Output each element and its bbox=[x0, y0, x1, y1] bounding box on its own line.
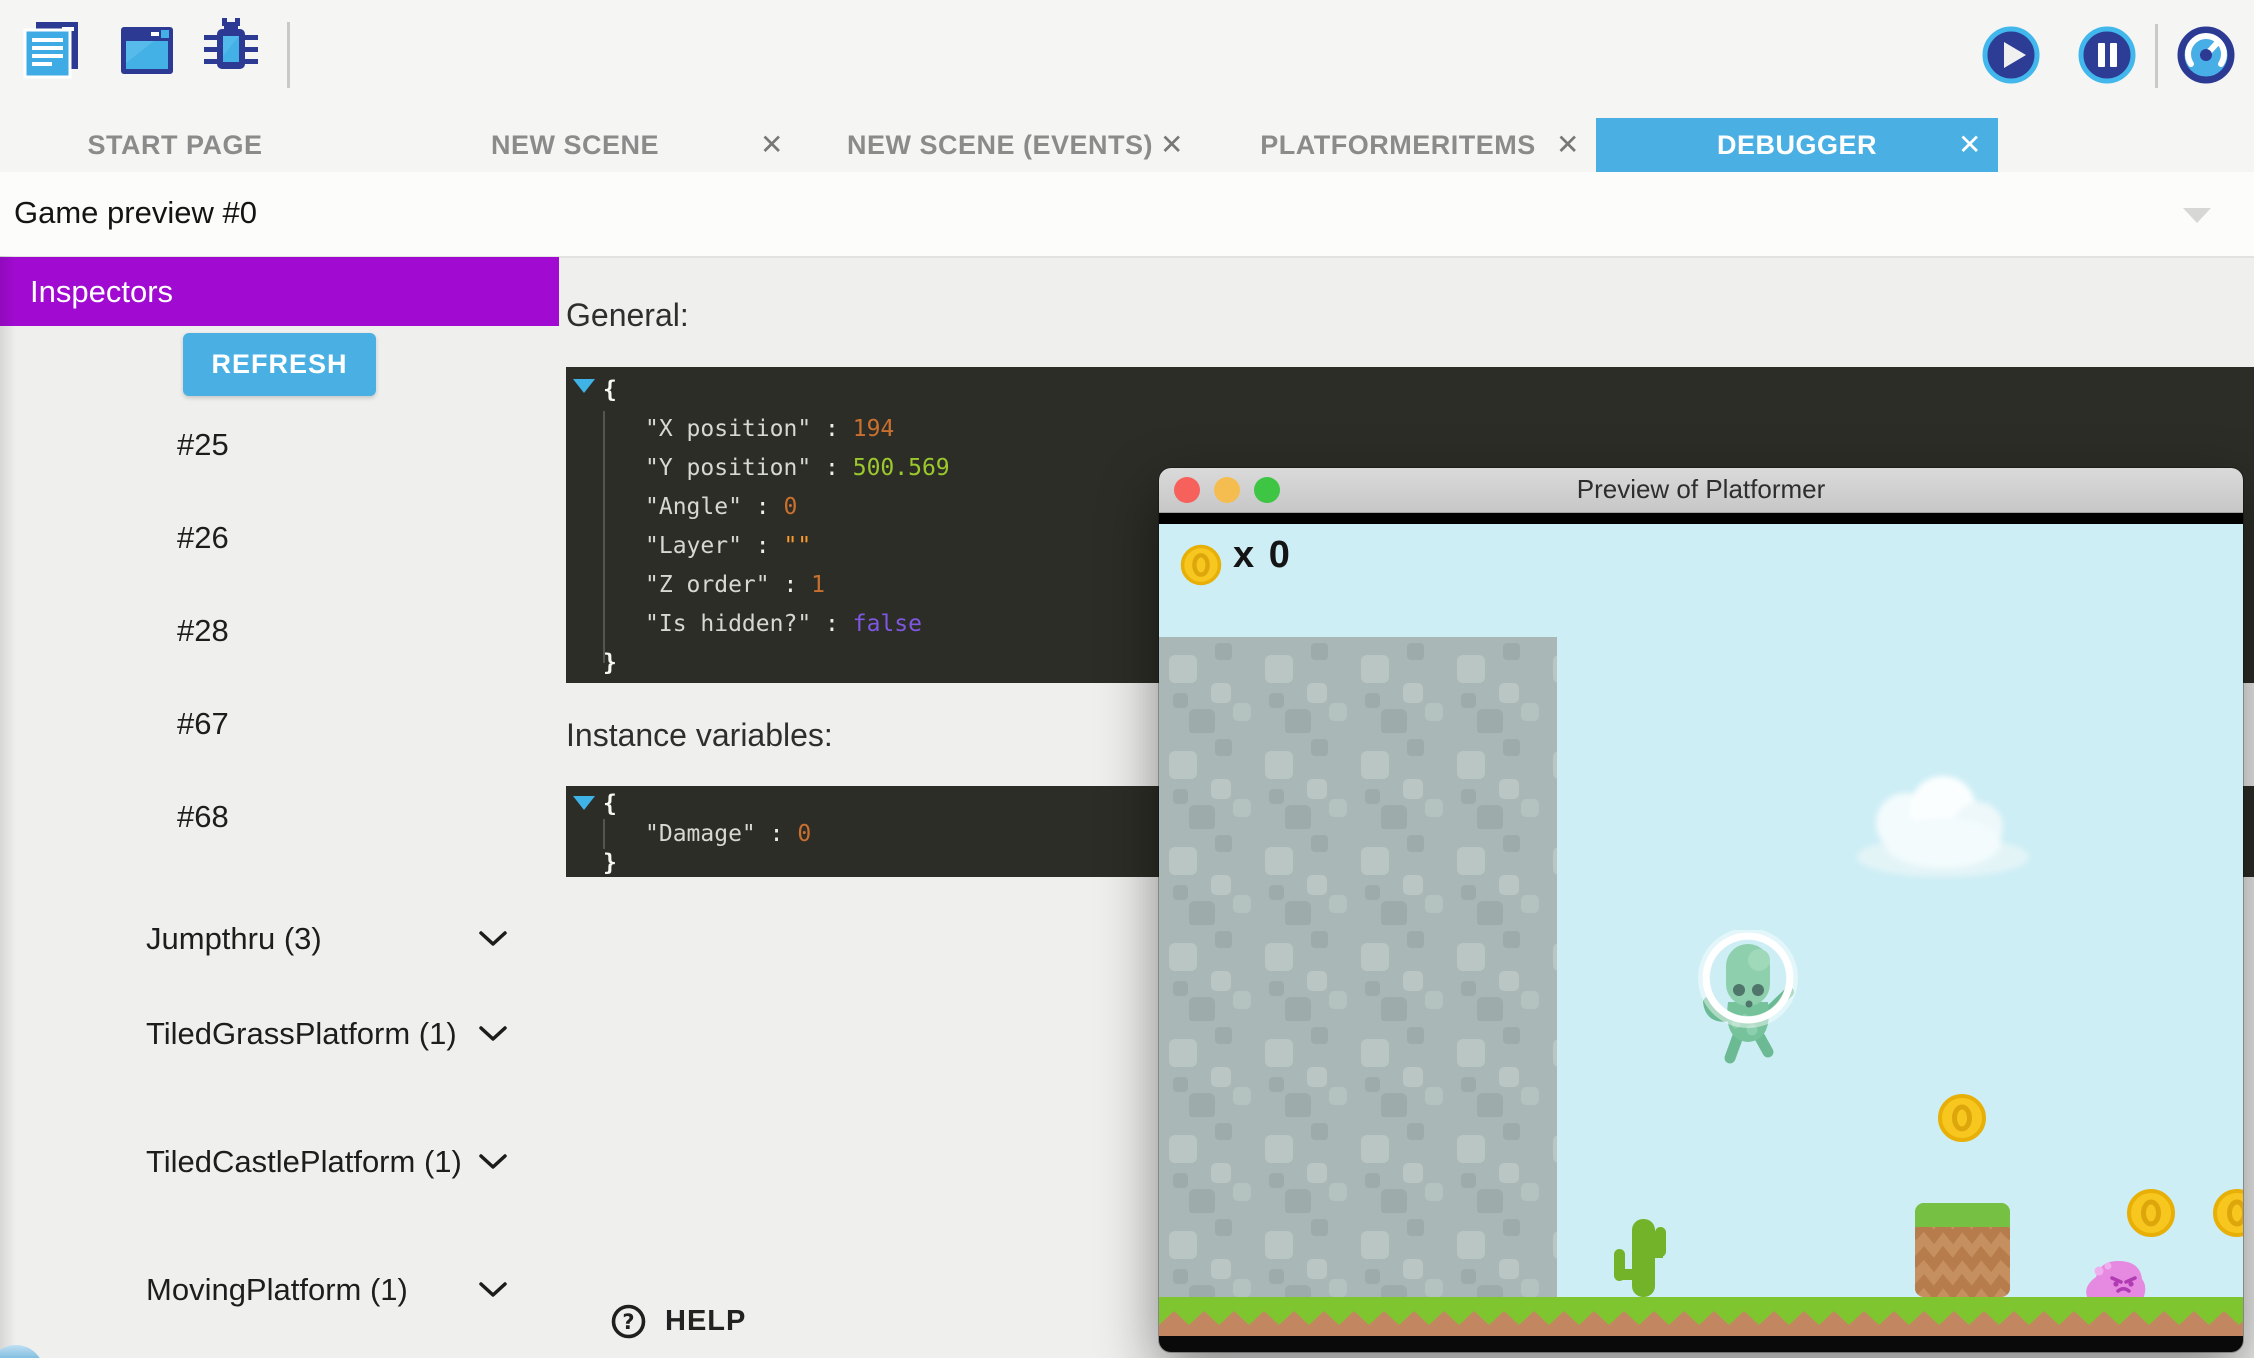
code-line: "X position" : 194 bbox=[566, 410, 2254, 449]
game-preview-selector[interactable]: Game preview #0 bbox=[0, 172, 2254, 258]
tab-close-icon[interactable]: ✕ bbox=[1556, 118, 1580, 172]
export-project-icon[interactable] bbox=[20, 16, 86, 86]
game-preview-label: Game preview #0 bbox=[14, 172, 257, 254]
inspector-group-label: Jumpthru (3) bbox=[146, 919, 494, 959]
chevron-down-icon[interactable] bbox=[478, 1281, 508, 1299]
hud-coin-icon bbox=[1179, 543, 1223, 587]
debugger-bug-icon[interactable] bbox=[198, 16, 264, 86]
cactus-sprite bbox=[1611, 1217, 1671, 1297]
letterbox-strip bbox=[1159, 513, 2243, 524]
tab-label: NEW SCENE (EVENTS) bbox=[847, 130, 1153, 161]
profiler-gauge-icon[interactable] bbox=[2177, 26, 2243, 96]
open-window-icon[interactable] bbox=[114, 16, 180, 86]
inspector-item[interactable]: #26 bbox=[177, 518, 229, 558]
tab-new-scene-events-[interactable]: NEW SCENE (EVENTS)✕ bbox=[800, 118, 1200, 172]
coin-sprite bbox=[1937, 1093, 1987, 1143]
tiled-castle-wall bbox=[1159, 637, 1557, 1297]
inspector-group-label: TiledGrassPlatform (1) bbox=[146, 1014, 494, 1054]
slime-enemy-sprite bbox=[2082, 1257, 2148, 1299]
toolbar-divider bbox=[2155, 24, 2158, 88]
inspector-group[interactable]: MovingPlatform (1) bbox=[146, 1270, 536, 1310]
inspector-group-label: MovingPlatform (1) bbox=[146, 1270, 494, 1310]
inspector-group[interactable]: TiledCastlePlatform (1) bbox=[146, 1142, 536, 1182]
cloud-sprite bbox=[1848, 771, 2038, 881]
floating-button-peek[interactable] bbox=[0, 1345, 44, 1358]
preview-window[interactable]: Preview of Platformer x 0 bbox=[1159, 468, 2243, 1352]
inspector-group[interactable]: TiledGrassPlatform (1) bbox=[146, 1014, 536, 1054]
tab-new-scene[interactable]: NEW SCENE ✕ bbox=[350, 118, 800, 172]
main-toolbar bbox=[0, 0, 2254, 118]
ground-platform bbox=[1159, 1297, 2243, 1336]
general-section-label: General: bbox=[566, 297, 689, 334]
inspectors-title: Inspectors bbox=[30, 257, 173, 326]
tab-debugger[interactable]: DEBUGGER ✕ bbox=[1596, 118, 1998, 172]
preview-window-titlebar[interactable]: Preview of Platformer bbox=[1159, 468, 2243, 513]
tab-close-icon[interactable]: ✕ bbox=[760, 118, 784, 172]
tab-label: START PAGE bbox=[87, 130, 262, 161]
inspector-item[interactable]: #67 bbox=[177, 704, 229, 744]
gdevelop-debugger-screen: START PAGENEW SCENE✕NEW SCENE (EVENTS)✕P… bbox=[0, 0, 2254, 1358]
svg-text:?: ? bbox=[622, 1310, 634, 1334]
instance-variables-label: Instance variables: bbox=[566, 717, 833, 754]
inspector-group-label: TiledCastlePlatform (1) bbox=[146, 1142, 494, 1182]
inspectors-header: Inspectors bbox=[0, 257, 559, 326]
refresh-button[interactable]: REFRESH bbox=[183, 333, 376, 396]
chevron-down-icon[interactable] bbox=[2183, 208, 2211, 223]
tab-close-icon[interactable]: ✕ bbox=[1958, 118, 1982, 172]
tab-close-icon[interactable]: ✕ bbox=[1160, 118, 1184, 172]
tab-bar: START PAGENEW SCENE✕NEW SCENE (EVENTS)✕P… bbox=[0, 118, 2254, 173]
help-button[interactable]: ? HELP bbox=[610, 1301, 746, 1341]
coin-counter: x 0 bbox=[1233, 534, 1292, 577]
inspector-item[interactable]: #28 bbox=[177, 611, 229, 651]
inspector-item[interactable]: #25 bbox=[177, 425, 229, 465]
inspector-group[interactable]: Jumpthru (3) bbox=[146, 919, 536, 959]
coin-sprite bbox=[2126, 1188, 2176, 1238]
tab-platformeritems[interactable]: PLATFORMERITEMS ✕ bbox=[1200, 118, 1596, 172]
tab-label: PLATFORMERITEMS bbox=[1260, 130, 1535, 161]
tab-label: NEW SCENE bbox=[491, 130, 659, 161]
pause-icon[interactable] bbox=[2077, 25, 2143, 95]
toolbar-divider bbox=[287, 22, 290, 88]
play-icon[interactable] bbox=[1981, 25, 2047, 95]
player-character-sprite bbox=[1688, 930, 1808, 1070]
code-line: { bbox=[566, 371, 2254, 410]
coin-sprite bbox=[2212, 1188, 2243, 1238]
tab-label: DEBUGGER bbox=[1717, 130, 1877, 161]
game-viewport[interactable]: x 0 bbox=[1159, 524, 2243, 1336]
chevron-down-icon[interactable] bbox=[478, 1025, 508, 1043]
help-circle-icon: ? bbox=[610, 1303, 647, 1340]
inspector-item[interactable]: #68 bbox=[177, 797, 229, 837]
chevron-down-icon[interactable] bbox=[478, 930, 508, 948]
help-label: HELP bbox=[665, 1305, 746, 1338]
sidebar-shadow bbox=[0, 256, 16, 1358]
tab-start-page[interactable]: START PAGE bbox=[0, 118, 350, 172]
chevron-down-icon[interactable] bbox=[478, 1153, 508, 1171]
grass-platform-block bbox=[1915, 1203, 2010, 1297]
preview-window-title: Preview of Platformer bbox=[1159, 468, 2243, 511]
